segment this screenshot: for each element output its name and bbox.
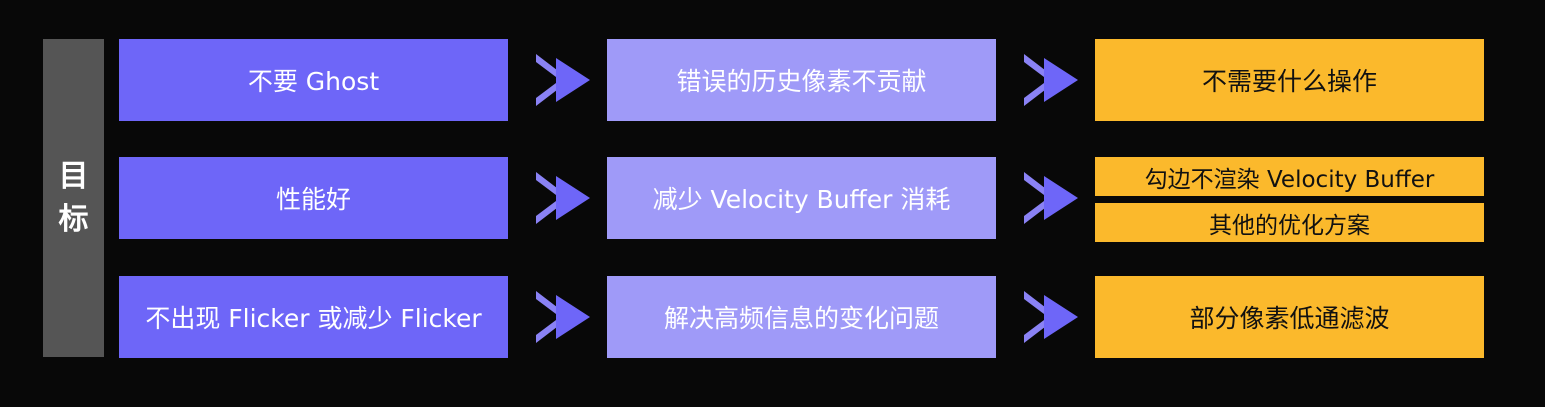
approach-box-velocity-buffer: 减少 Velocity Buffer 消耗 <box>607 157 996 239</box>
double-chevron-arrow-icon <box>1024 291 1078 343</box>
goal-side-label: 目 标 <box>43 39 104 357</box>
approach-box-history-pixels: 错误的历史像素不贡献 <box>607 39 996 121</box>
double-chevron-arrow-icon <box>536 54 590 106</box>
goal-box-no-ghost: 不要 Ghost <box>119 39 508 121</box>
goal-box-performance: 性能好 <box>119 157 508 239</box>
action-box-low-pass-filter: 部分像素低通滤波 <box>1095 276 1484 358</box>
goal-box-flicker: 不出现 Flicker 或减少 Flicker <box>119 276 508 358</box>
side-label-char-2: 标 <box>58 202 89 237</box>
double-chevron-arrow-icon <box>536 172 590 224</box>
double-chevron-arrow-icon <box>536 291 590 343</box>
double-chevron-arrow-icon <box>1024 172 1078 224</box>
double-chevron-arrow-icon <box>1024 54 1078 106</box>
action-box-outline-skip-velocity: 勾边不渲染 Velocity Buffer <box>1095 157 1484 196</box>
action-box-other-optimizations: 其他的优化方案 <box>1095 203 1484 242</box>
side-label-char-1: 目 <box>58 158 89 194</box>
approach-box-high-frequency: 解决高频信息的变化问题 <box>607 276 996 358</box>
action-box-no-op: 不需要什么操作 <box>1095 39 1484 121</box>
